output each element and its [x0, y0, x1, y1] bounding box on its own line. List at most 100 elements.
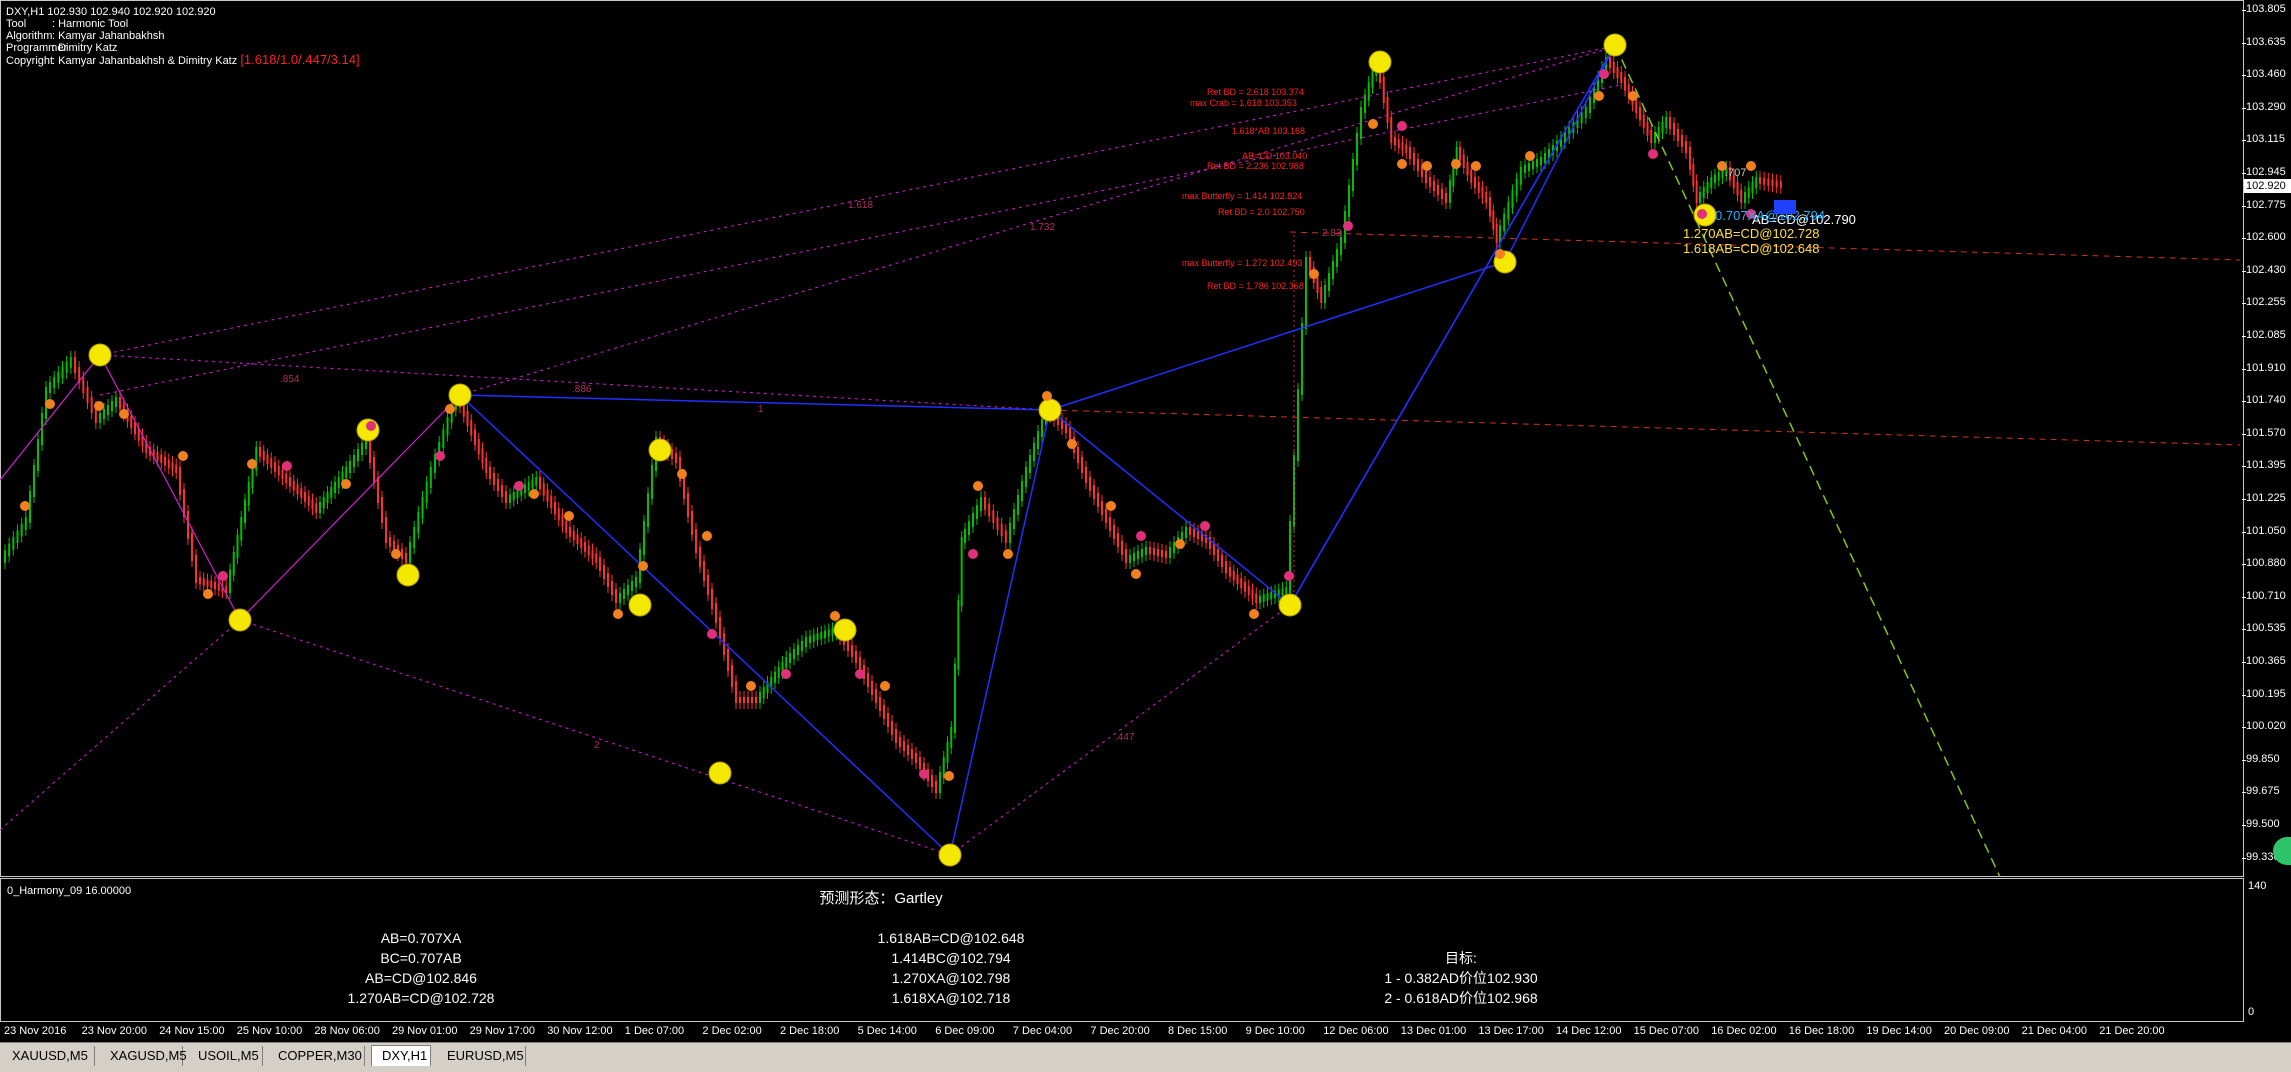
tool-label: Tool — [6, 18, 27, 30]
candle-body — [82, 377, 85, 393]
candle-body — [751, 697, 753, 703]
time-axis[interactable]: 23 Nov 2016 23 Nov 20:00 24 Nov 15:00 25 No… — [0, 1022, 2244, 1042]
candle-body — [1255, 593, 1258, 603]
candle-body — [1536, 159, 1538, 167]
price-tick-label: 99.675 — [2242, 785, 2291, 797]
candle-body — [960, 537, 963, 607]
chart-tab-eurusd-m5[interactable]: EURUSD,M5 — [437, 1046, 526, 1066]
candle-body — [542, 483, 545, 496]
candle-body — [262, 450, 265, 461]
target-label: 目标: — [1445, 950, 1477, 966]
candle-body — [195, 555, 197, 583]
candle-body — [939, 772, 941, 793]
fractal-dot — [445, 404, 455, 414]
candle-body — [607, 573, 609, 587]
rule-line: BC=0.707AB — [380, 950, 462, 966]
candle-body — [156, 452, 159, 461]
fractal-dot — [1136, 531, 1146, 541]
fib-level-label: AB=CD 103.040 — [1242, 151, 1307, 161]
time-tick-label: 5 Dec 14:00 — [857, 1025, 917, 1037]
time-tick-label: 14 Dec 12:00 — [1556, 1025, 1622, 1037]
candle-body — [381, 497, 383, 523]
candle-body — [1394, 137, 1396, 146]
projection-line — [239, 619, 951, 856]
candle-body — [1041, 419, 1043, 437]
candle-body — [907, 745, 909, 755]
candle-body — [1193, 529, 1195, 537]
candle-body — [1433, 181, 1435, 191]
candle-body — [1409, 147, 1411, 159]
target-column: 目标: 1 - 0.382AD价位102.930 2 - 0.618AD价位10… — [1321, 948, 1601, 1008]
candle-body — [615, 589, 617, 603]
candle-body — [831, 628, 834, 636]
candle-body — [1751, 182, 1754, 193]
candle-body — [1401, 142, 1404, 151]
programmer-label: Programmer — [6, 42, 68, 54]
candle-body — [1281, 588, 1284, 596]
time-tick-label: 28 Nov 06:00 — [314, 1025, 380, 1037]
algorithm-label: Algorithm — [6, 30, 53, 42]
candle-body — [217, 583, 220, 591]
candle-body — [1495, 223, 1498, 243]
candle-body — [643, 521, 645, 555]
candle-body — [809, 635, 811, 643]
fib-level-label: max Crab = 1.618 103.353 — [1190, 98, 1297, 108]
time-tick-label: 29 Nov 17:00 — [469, 1025, 536, 1037]
price-tick-label: 103.805 — [2242, 3, 2291, 15]
chart-canvas[interactable]: 1.618 1.732 .854 .886 1 2 .447 2.83 Ret BD = 2.6… — [0, 0, 2244, 877]
candle-body — [535, 477, 538, 486]
candle-body — [695, 529, 697, 553]
fractal-dot — [1106, 501, 1116, 511]
chart-tab-xagusd-m5[interactable]: XAGUSD,M5 — [100, 1046, 187, 1066]
candle-body — [1161, 550, 1163, 557]
candle-body — [576, 534, 579, 545]
candle-body — [485, 457, 488, 473]
pattern-leg — [459, 394, 1051, 411]
candle-body — [954, 663, 956, 733]
price-tick-label: 103.115 — [2242, 133, 2291, 145]
indicator-panel[interactable]: 0_Harmony_09 16.00000 预测形态：Gartley AB=0.… — [0, 878, 2244, 1022]
candle-body — [1589, 97, 1591, 113]
candle-body — [1706, 182, 1709, 193]
time-tick-label: 25 Nov 10:00 — [236, 1025, 303, 1037]
candle-body — [489, 467, 491, 479]
candle-body — [405, 553, 407, 563]
candle-body — [1642, 114, 1645, 128]
chart-tab-copper-m30[interactable]: COPPER,M30 — [268, 1046, 365, 1066]
candle-body — [1616, 67, 1619, 78]
candle-body — [1612, 62, 1615, 73]
candle-body — [1085, 467, 1087, 483]
candle-body — [86, 387, 89, 403]
candle-body — [481, 448, 484, 464]
price-tick-label: 100.195 — [2242, 688, 2291, 700]
candle-body — [1646, 122, 1649, 136]
candle-body — [623, 589, 625, 599]
fractal-dot — [880, 681, 890, 691]
chart-tab-xauusd-m5[interactable]: XAUUSD,M5 — [2, 1046, 95, 1066]
current-price-marker: 102.920 — [2244, 179, 2291, 193]
candle-body — [675, 453, 677, 463]
fractal-dot — [677, 469, 687, 479]
candle-body — [812, 634, 815, 642]
candle-body — [1117, 533, 1119, 547]
candle-body — [584, 542, 586, 552]
chart-tab-usoil-m5[interactable]: USOIL,M5 — [188, 1046, 263, 1066]
candle-body — [119, 397, 121, 410]
rule-line: 1.270AB=CD@102.728 — [347, 990, 495, 1006]
candle-body — [1779, 181, 1782, 188]
candle-body — [1763, 177, 1766, 185]
candle-body — [1717, 172, 1720, 181]
candle-body — [1540, 157, 1542, 165]
candle-body — [493, 473, 495, 485]
pattern-leg — [1289, 44, 1616, 606]
pivot-marker — [1368, 50, 1392, 74]
candle-body — [1229, 567, 1231, 577]
time-tick-label: 6 Dec 09:00 — [935, 1025, 995, 1037]
pattern-title: 预测形态：Gartley — [819, 890, 943, 907]
chart-tab-dxy-h1[interactable]: DXY,H1 — [371, 1045, 431, 1066]
candle-body — [1386, 97, 1389, 123]
fractal-dot — [529, 489, 539, 499]
time-tick-label: 15 Dec 07:00 — [1633, 1025, 1700, 1037]
candle-body — [296, 484, 299, 495]
price-axis[interactable]: 103.805 103.635 103.460 103.290 103.115 102.9… — [2242, 0, 2291, 877]
